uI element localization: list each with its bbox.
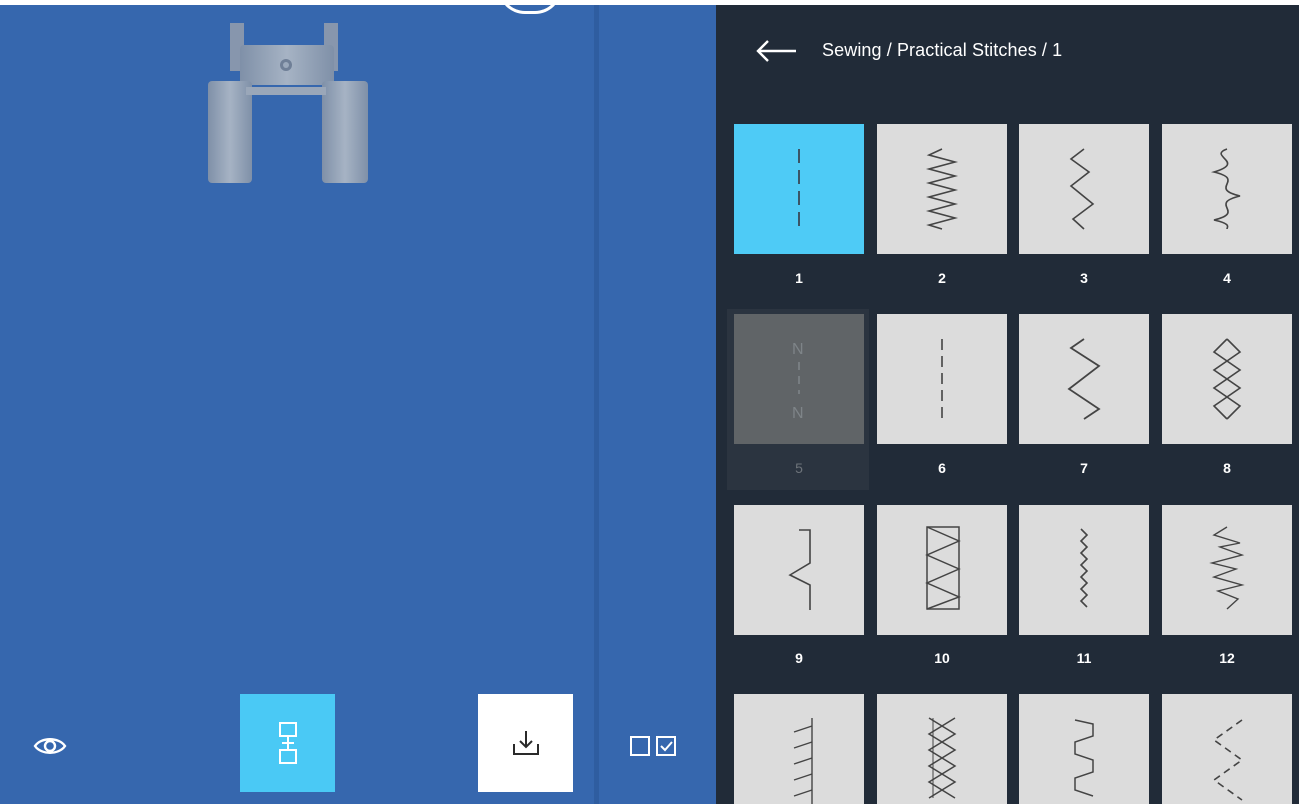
stitch-number: 8 [1223,460,1231,476]
arrow-left-icon [756,40,796,62]
triple-straight-stitch-icon [941,339,943,419]
svg-text:N: N [792,405,804,422]
stretch-zigzag-icon [1069,148,1095,230]
stitch-number: 3 [1080,270,1088,286]
compare-view-icon [630,736,676,756]
basting-stitch-icon: N N [792,341,804,422]
honeycomb-stitch-icon [927,717,957,799]
stitch-tile-15[interactable] [1019,694,1149,804]
bartack-stitch-icon [1079,528,1089,608]
serpentine-stitch-icon [1074,719,1094,797]
presser-foot-image [206,5,372,185]
stitch-number: 1 [795,270,803,286]
top-edge [0,0,1299,5]
stitch-tile-1[interactable] [734,124,864,254]
straight-stitch-icon [798,149,800,229]
stitch-number: 11 [1076,650,1092,666]
dashed-zigzag-icon [1212,719,1244,801]
stitch-tile-13[interactable] [734,694,864,804]
add-stitch-icon [278,722,297,764]
wave-stitch-icon [1210,148,1241,230]
stitch-tile-5: N N [734,314,864,444]
sewing-app: Sewing / Practical Stitches / 1 1 2 3 4 … [0,0,1299,804]
stitch-tile-11[interactable] [1019,505,1149,635]
stitch-tile-14[interactable] [877,694,1007,804]
blind-hem-icon [788,529,811,610]
elastic-zigzag-icon [1209,526,1245,610]
stitch-canvas [0,0,716,804]
stitch-number: 6 [938,460,946,476]
add-stitch-button[interactable] [240,694,335,792]
preview-button[interactable] [30,728,70,764]
ladder-stitch-icon [793,718,813,804]
eye-icon [33,738,67,754]
download-button[interactable] [478,694,573,792]
stitch-number: 10 [934,650,950,666]
compare-view-button[interactable] [626,728,686,764]
stitch-number: 2 [938,270,946,286]
stitch-tile-4[interactable] [1162,124,1292,254]
stitch-tile-3[interactable] [1019,124,1149,254]
stitch-tile-10[interactable] [877,505,1007,635]
wide-zigzag-icon [1067,338,1101,420]
overlock-stitch-icon [925,526,961,610]
stitch-tile-2[interactable] [877,124,1007,254]
download-icon [512,731,539,755]
breadcrumb: Sewing / Practical Stitches / 1 [822,40,1063,60]
stitch-tile-8[interactable] [1162,314,1292,444]
back-button[interactable] [752,30,800,72]
stitch-tile-12[interactable] [1162,505,1292,635]
stitch-tile-16[interactable] [1162,694,1292,804]
stitch-number: 4 [1223,270,1231,286]
svg-text:N: N [792,341,804,358]
cross-stitch-icon [1212,338,1242,420]
stitch-number: 5 [795,460,803,476]
canvas-divider [594,5,599,804]
stitch-tile-7[interactable] [1019,314,1149,444]
stitch-number: 7 [1080,460,1088,476]
stitch-number: 12 [1219,650,1235,666]
zigzag-stitch-icon [925,148,959,230]
stitch-tile-9[interactable] [734,505,864,635]
stitch-tile-6[interactable] [877,314,1007,444]
stitch-number: 9 [795,650,803,666]
